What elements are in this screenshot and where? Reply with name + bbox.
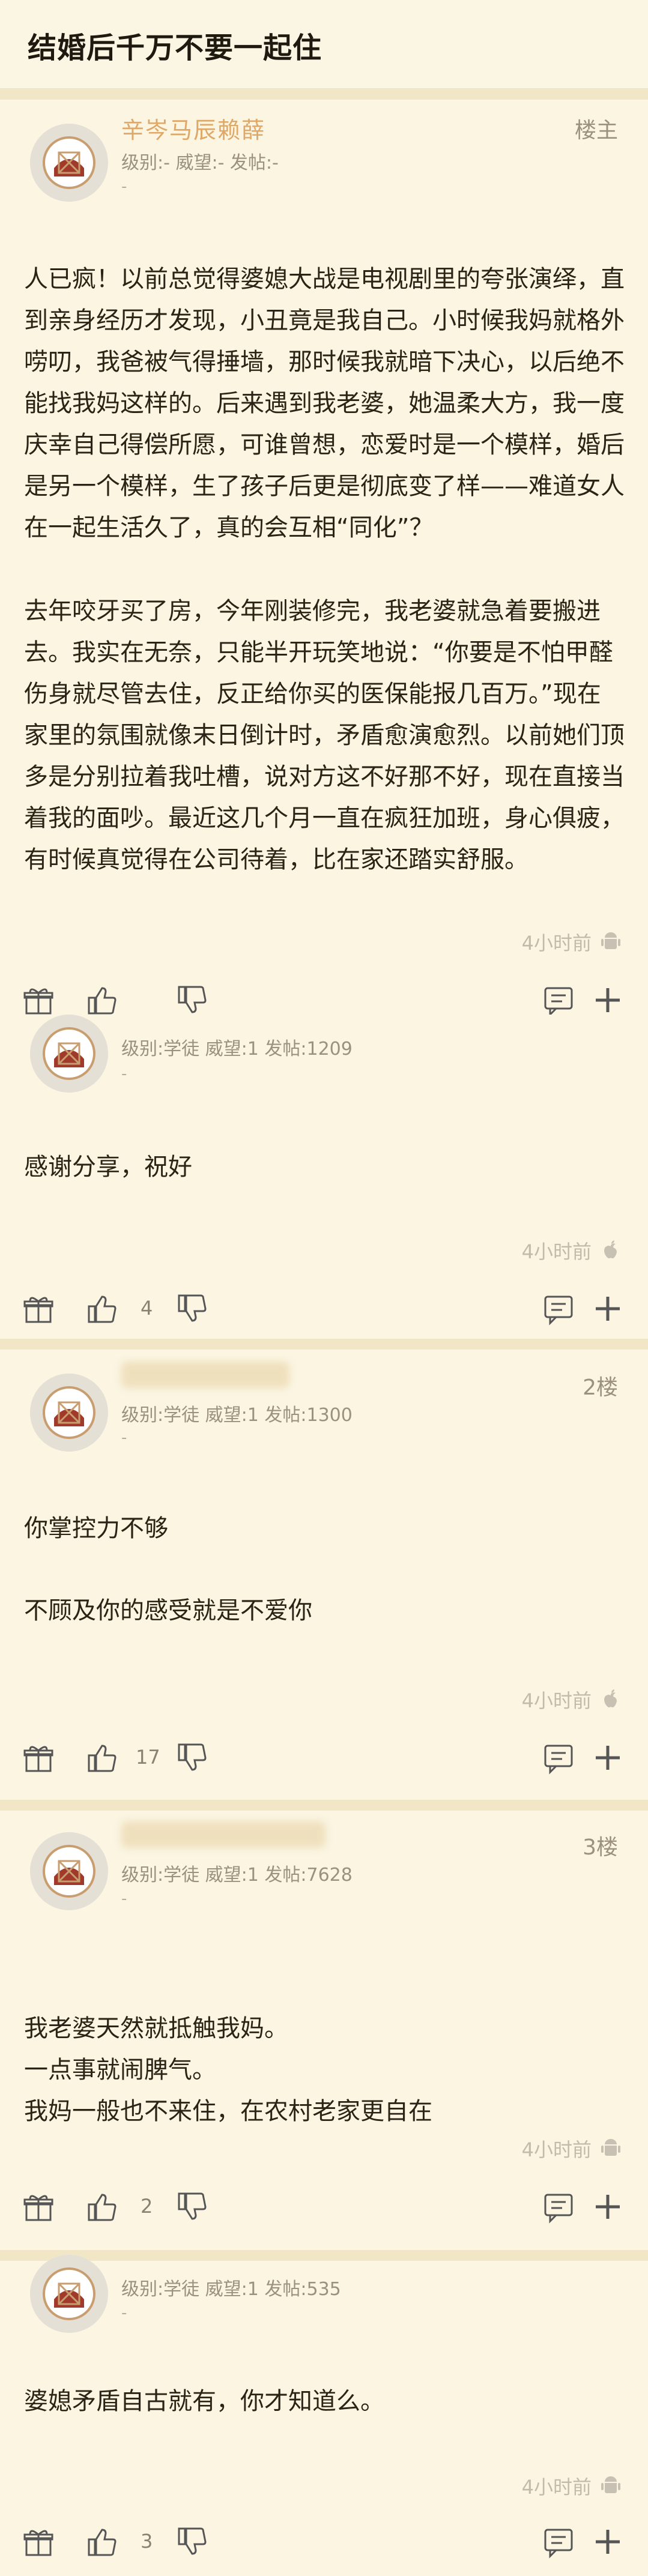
comment-icon[interactable] — [542, 1292, 575, 1326]
post-actions: 3 — [0, 2525, 648, 2561]
post-reply: 级别:学徒 威望:1 发帖:7628 - 3楼 我老婆天然就抵触我妈。 一点事就… — [0, 1811, 648, 2250]
post-content: 婆媳矛盾自古就有，你才知道么。 — [24, 2381, 625, 2422]
separator — [0, 1800, 648, 1811]
post-actions — [0, 983, 648, 1019]
floor-label: 2楼 — [583, 1375, 618, 1400]
post-content: 人已疯！以前总觉得婆媳大战是电视剧里的夸张演绎，直到亲身经历才发现，小丑竟是我自… — [24, 259, 625, 881]
user-sign: - — [121, 1890, 127, 1908]
add-icon[interactable] — [591, 983, 625, 1017]
post-time: 4小时前 — [521, 932, 592, 955]
avatar-icon — [30, 1374, 108, 1452]
like-count: 17 — [136, 1746, 160, 1769]
username[interactable]: 辛岑马辰赖薛 — [121, 112, 265, 145]
post-op: 辛岑马辰赖薛 级别:- 威望:- 发帖:- - 楼主 人已疯！以前总觉得婆媳大战… — [0, 100, 648, 1029]
like-icon[interactable] — [85, 2190, 119, 2224]
avatar[interactable] — [30, 1015, 108, 1093]
avatar[interactable] — [30, 2255, 108, 2333]
page-header: 结婚后千万不要一起住 — [0, 0, 648, 89]
post-time: 4小时前 — [521, 1689, 592, 1712]
post-reply: 级别:学徒 威望:1 发帖:1300 - 2楼 你掌控力不够 不顾及你的感受就是… — [0, 1350, 648, 1800]
comment-icon[interactable] — [542, 983, 575, 1017]
user-meta: 级别:学徒 威望:1 发帖:535 — [121, 2279, 341, 2300]
user-meta: 级别:学徒 威望:1 发帖:1300 — [121, 1405, 353, 1426]
add-icon[interactable] — [591, 1292, 625, 1326]
user-sign: - — [121, 2304, 127, 2322]
android-icon — [600, 2475, 622, 2496]
post-paragraph: 我老婆天然就抵触我妈。 一点事就闹脾气。 我妈一般也不来住，在农村老家更自在 — [24, 2015, 432, 2125]
dislike-icon[interactable] — [175, 983, 209, 1017]
floor-label: 楼主 — [574, 118, 618, 143]
post-time: 4小时前 — [521, 2138, 592, 2161]
post-content: 感谢分享，祝好 — [24, 1147, 625, 1188]
comment-icon[interactable] — [542, 2190, 575, 2224]
dislike-icon[interactable] — [175, 2190, 209, 2224]
apple-icon — [600, 1239, 622, 1261]
android-icon — [600, 2137, 622, 2159]
post-reply: 级别:学徒 威望:1 发帖:535 - 婆媳矛盾自古就有，你才知道么。 4小时前… — [0, 2255, 648, 2576]
like-icon[interactable] — [85, 983, 119, 1017]
separator — [0, 2250, 648, 2261]
post-actions: 2 — [0, 2190, 648, 2226]
post-time: 4小时前 — [521, 2476, 592, 2499]
separator — [0, 89, 648, 100]
post-actions: 4 — [0, 1292, 648, 1328]
avatar[interactable] — [30, 1832, 108, 1910]
post-time: 4小时前 — [521, 1240, 592, 1263]
post-content: 你掌控力不够 不顾及你的感受就是不爱你 — [24, 1508, 625, 1632]
username-redacted — [121, 1821, 326, 1848]
avatar-icon — [30, 2255, 108, 2333]
user-meta: 级别:- 威望:- 发帖:- — [121, 152, 279, 173]
post-reply: 级别:学徒 威望:1 发帖:1209 - 感谢分享，祝好 4小时前 4 — [0, 1015, 648, 1339]
user-meta: 级别:学徒 威望:1 发帖:1209 — [121, 1039, 353, 1060]
like-count: 2 — [141, 2195, 153, 2218]
like-icon[interactable] — [85, 1292, 119, 1326]
post-paragraph: 婆媳矛盾自古就有，你才知道么。 — [24, 2387, 384, 2415]
separator — [0, 1339, 648, 1350]
like-icon[interactable] — [85, 2525, 119, 2559]
post-paragraph: 去年咬牙买了房，今年刚装修完，我老婆就急着要搬进去。我实在无奈，只能半开玩笑地说… — [24, 597, 625, 873]
add-icon[interactable] — [591, 1741, 625, 1775]
gift-icon[interactable] — [22, 983, 55, 1017]
gift-icon[interactable] — [22, 2525, 55, 2559]
avatar[interactable] — [30, 1374, 108, 1452]
apple-icon — [600, 1688, 622, 1710]
add-icon[interactable] — [591, 2525, 625, 2559]
gift-icon[interactable] — [22, 1741, 55, 1775]
dislike-icon[interactable] — [175, 1292, 209, 1326]
dislike-icon[interactable] — [175, 2525, 209, 2559]
avatar[interactable] — [30, 124, 108, 202]
post-paragraph: 人已疯！以前总觉得婆媳大战是电视剧里的夸张演绎，直到亲身经历才发现，小丑竟是我自… — [24, 265, 625, 541]
post-paragraph: 感谢分享，祝好 — [24, 1153, 192, 1181]
like-count: 4 — [141, 1297, 153, 1320]
dislike-icon[interactable] — [175, 1741, 209, 1775]
add-icon[interactable] — [591, 2190, 625, 2224]
post-actions: 17 — [0, 1741, 648, 1777]
comment-icon[interactable] — [542, 1741, 575, 1775]
avatar-icon — [30, 124, 108, 202]
android-icon — [600, 931, 622, 952]
username-redacted — [121, 1362, 289, 1388]
user-sign: - — [121, 178, 127, 196]
like-count: 3 — [141, 2530, 153, 2553]
like-icon[interactable] — [85, 1741, 119, 1775]
post-paragraph: 不顾及你的感受就是不爱你 — [24, 1597, 312, 1624]
comment-icon[interactable] — [542, 2525, 575, 2559]
user-meta: 级别:学徒 威望:1 发帖:7628 — [121, 1865, 353, 1886]
gift-icon[interactable] — [22, 1292, 55, 1326]
page-title: 结婚后千万不要一起住 — [28, 31, 322, 65]
gift-icon[interactable] — [22, 2190, 55, 2224]
avatar-icon — [30, 1015, 108, 1093]
user-sign: - — [121, 1429, 127, 1447]
floor-label: 3楼 — [583, 1835, 618, 1860]
avatar-icon — [30, 1832, 108, 1910]
user-sign: - — [121, 1065, 127, 1083]
post-paragraph: 你掌控力不够 — [24, 1515, 168, 1542]
